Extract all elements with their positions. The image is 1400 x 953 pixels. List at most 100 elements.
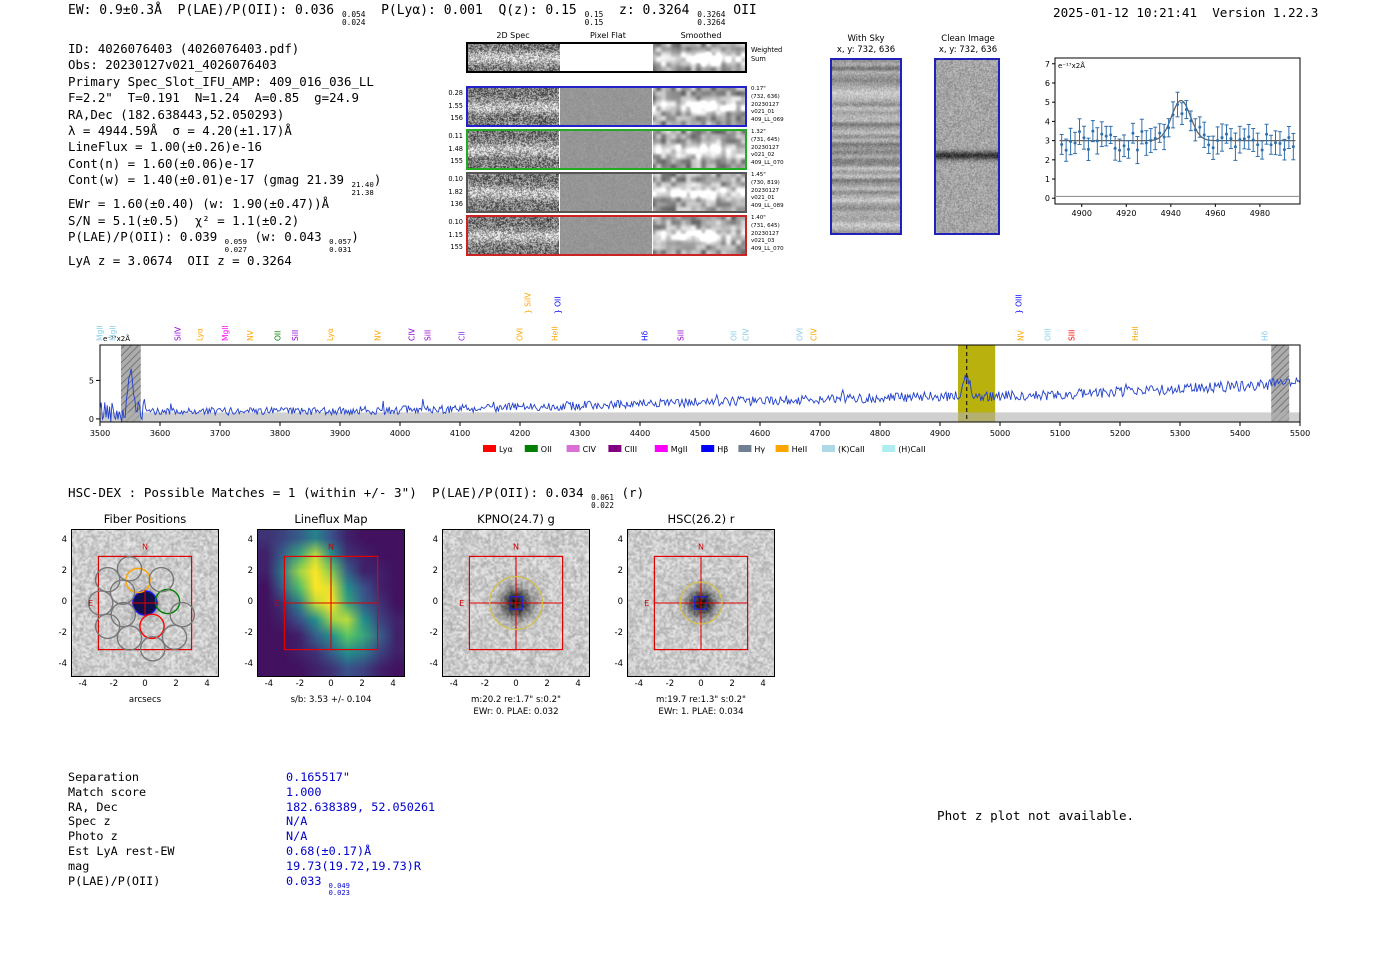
info-line: Primary Spec_Slot_IFU_AMP: 409_016_036_L… — [68, 73, 374, 89]
emission-line-label: } SiIV — [523, 292, 532, 314]
north-label: N — [698, 542, 704, 551]
legend-item: HeII — [792, 445, 808, 454]
info-line: λ = 4944.59Å σ = 4.20(±1.17)Å — [68, 123, 292, 139]
svg-text:4700: 4700 — [810, 429, 830, 438]
emission-line-label: Hδ — [640, 330, 649, 341]
fiber-2d-spec-strip — [468, 174, 559, 211]
svg-text:4980: 4980 — [1250, 209, 1270, 218]
emission-line-label: MgII — [109, 325, 118, 341]
svg-text:3700: 3700 — [210, 429, 230, 438]
match-row: Spec z N/A — [68, 814, 435, 829]
svg-text:4: 4 — [1045, 117, 1050, 126]
weighted-2d-spec-strip — [468, 44, 560, 71]
info-line: ID: 4026076403 (4026076403.pdf) — [68, 41, 300, 56]
cutout-caption: s/b: 3.53 +/- 0.104 — [290, 695, 372, 705]
match-value: 19.73(19.72,19.73)R — [286, 858, 421, 873]
svg-text:e⁻¹⁷x2Å: e⁻¹⁷x2Å — [1058, 61, 1085, 70]
y-tick-label: 4 — [617, 534, 623, 545]
match-label: mag — [68, 858, 90, 873]
stacked-uncertainty: 0.059 0.027 — [224, 237, 247, 254]
fiber-pixel-flat-strip — [560, 88, 652, 125]
emission-line-label: Lyα — [326, 328, 335, 341]
clean-image — [934, 58, 1000, 235]
legend-item: MgII — [671, 445, 688, 454]
svg-text:4940: 4940 — [1161, 209, 1181, 218]
y-tick-label: -4 — [58, 659, 67, 670]
legend-item: OII — [541, 445, 552, 454]
svg-text:3800: 3800 — [270, 429, 290, 438]
svg-text:1: 1 — [1045, 175, 1050, 184]
emission-line-label: OVI — [516, 328, 525, 341]
stacked-uncertainty: 0.049 0.023 — [328, 880, 350, 897]
photz-note: Phot z plot not available. — [937, 808, 1135, 823]
y-tick-label: -2 — [58, 628, 67, 639]
info-line: LineFlux = 1.00(±0.26)e-16 — [68, 139, 262, 155]
svg-text:0: 0 — [89, 415, 94, 424]
full-spectrum-plot: 3500 3600 3700 3800 3900 4000 4100 4200 4300 4400… — [89, 292, 1310, 454]
svg-text:4500: 4500 — [690, 429, 710, 438]
info-line: Obs: 20230127v021_4026076403 — [68, 57, 277, 73]
svg-text:5300: 5300 — [1170, 429, 1190, 438]
svg-text:5: 5 — [89, 376, 94, 385]
x-tick-label: -2 — [480, 679, 490, 689]
emission-line-label: Lyα — [196, 328, 205, 341]
x-tick-label: 4 — [760, 679, 766, 689]
svg-text:5: 5 — [1045, 98, 1050, 107]
emission-line-label: CIV — [742, 328, 751, 341]
y-tick-label: -2 — [244, 628, 253, 639]
emission-line-label: CIV — [810, 328, 819, 341]
y-tick-label: 2 — [247, 565, 253, 576]
info-line: P(LAE)/P(OII): 0.039 0.059 0.027 (w: 0.04… — [68, 229, 359, 254]
y-tick-label: 4 — [432, 534, 438, 545]
emission-line-label: SiII — [676, 330, 685, 341]
fiber-2d-spec-strip — [468, 217, 559, 254]
with-sky-title: With Sky — [847, 34, 885, 44]
y-tick-label: 2 — [617, 565, 623, 576]
emission-line-label: NV — [1017, 329, 1026, 341]
match-row: Separation 0.165517" — [68, 770, 435, 785]
info-line: LyA z = 3.0674 OII z = 0.3264 — [68, 253, 292, 269]
gaussian-fit-plot: 0 1 2 3 4 5 6 7 4900 4920 4940 4960 4980 e⁻¹⁷x2Å — [1045, 57, 1301, 218]
stacked-uncertainty: 0.057 0.031 — [329, 237, 352, 254]
fiber-smoothed-strip — [653, 217, 745, 254]
x-tick-label: -4 — [449, 679, 459, 689]
x-tick-label: 2 — [544, 679, 550, 689]
legend-item: Hβ — [717, 445, 728, 454]
fiber-row-weights: 0.11 1.48 155 — [448, 132, 463, 166]
y-tick-label: 4 — [61, 534, 67, 545]
cutout-caption: EWr: 1. PLAE: 0.034 — [658, 707, 744, 717]
emission-line-label: MgII — [221, 325, 230, 341]
x-tick-label: 4 — [204, 679, 210, 689]
stacked-uncertainty: 21.40 21.38 — [351, 180, 374, 197]
x-tick-label: 4 — [390, 679, 396, 689]
info-line: RA,Dec (182.638443,52.050293) — [68, 106, 285, 122]
match-label: Match score — [68, 784, 147, 799]
x-tick-label: 2 — [359, 679, 365, 689]
with-sky-coords: x, y: 732, 636 — [836, 44, 896, 55]
svg-text:3: 3 — [1045, 137, 1050, 146]
x-tick-label: 0 — [513, 679, 519, 689]
svg-text:4920: 4920 — [1116, 209, 1136, 218]
y-tick-label: 0 — [432, 597, 438, 607]
fiber-row-weights: 0.10 1.15 155 — [448, 218, 463, 252]
cutout-overlay: NE — [87, 542, 196, 662]
fiber-row-weights: 0.10 1.82 136 — [448, 175, 463, 209]
svg-text:4200: 4200 — [510, 429, 530, 438]
y-tick-label: 2 — [61, 565, 67, 576]
match-row: Photo z N/A — [68, 829, 435, 844]
east-label: E — [459, 599, 464, 608]
x-tick-label: 4 — [575, 679, 581, 689]
svg-text:3900: 3900 — [330, 429, 350, 438]
emission-line-label: CII — [457, 331, 466, 341]
emission-line-label: HeII — [550, 326, 559, 341]
svg-text:4960: 4960 — [1205, 209, 1225, 218]
cutout-caption: EWr: 0. PLAE: 0.032 — [473, 707, 559, 717]
x-tick-label: 2 — [173, 679, 179, 689]
north-label: N — [328, 542, 334, 551]
x-tick-label: -4 — [264, 679, 274, 689]
emission-line-label: SIII — [1068, 330, 1077, 341]
match-label: P(LAE)/P(OII) — [68, 873, 161, 888]
y-tick-label: -2 — [429, 628, 438, 639]
cutout-title: Fiber Positions — [103, 512, 187, 526]
legend-item: CIII — [624, 445, 637, 454]
